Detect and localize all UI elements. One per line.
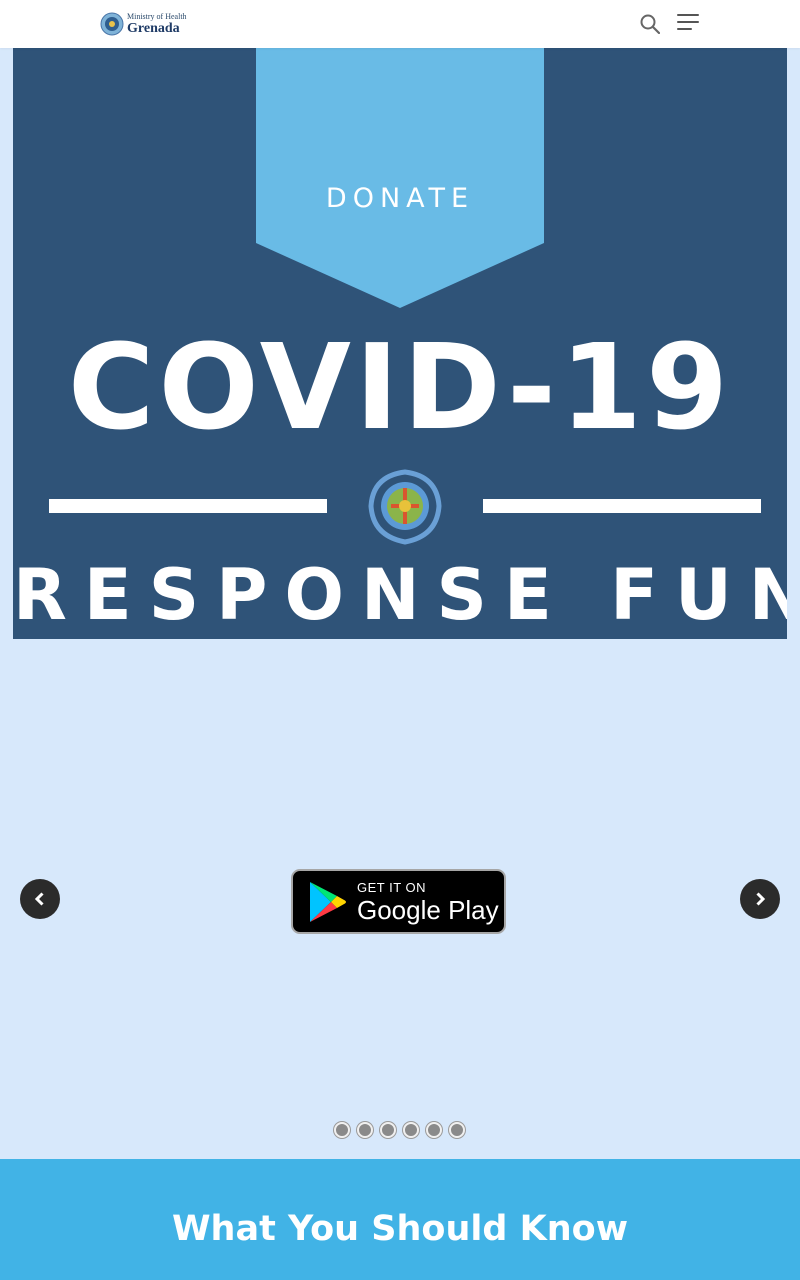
menu-bar <box>677 14 699 16</box>
google-play-icon <box>310 881 346 922</box>
logo-top-text: Ministry of Health <box>127 11 187 21</box>
slider-dot-1[interactable] <box>334 1122 350 1138</box>
site-logo[interactable]: Ministry of Health Grenada <box>100 11 187 37</box>
section-title: What You Should Know <box>171 1209 629 1249</box>
banner-subheadline: RESPONSE FUND <box>13 554 787 636</box>
menu-bar <box>677 28 692 30</box>
chevron-left-icon <box>34 892 44 906</box>
chevron-right-icon <box>756 892 766 906</box>
slider-pagination <box>334 1122 472 1138</box>
ministry-seal-icon <box>368 469 442 545</box>
donate-ribbon <box>256 48 544 308</box>
ministry-emblem-icon <box>100 12 124 36</box>
slider-dot-6[interactable] <box>449 1122 465 1138</box>
slider-dot-4[interactable] <box>403 1122 419 1138</box>
slider-dot-5[interactable] <box>426 1122 442 1138</box>
menu-bar <box>677 21 699 23</box>
slider-dot-3[interactable] <box>380 1122 396 1138</box>
info-section: What You Should Know <box>0 1159 800 1280</box>
banner-divider-left <box>49 499 327 513</box>
badge-bottom-text: Google Play <box>357 894 499 925</box>
donate-text: DONATE <box>325 183 475 214</box>
badge-top-text: GET IT ON <box>357 879 427 895</box>
covid-response-fund-banner[interactable]: DONATE COVID-19 RESPONSE FUND <box>13 48 787 639</box>
google-play-badge[interactable]: GET IT ON Google Play <box>291 869 506 934</box>
banner-headline: COVID-19 <box>67 318 733 456</box>
logo-bottom-text: Grenada <box>127 20 180 36</box>
search-icon <box>640 14 660 34</box>
slider-dot-2[interactable] <box>357 1122 373 1138</box>
slider-next-button[interactable] <box>740 879 780 919</box>
hamburger-menu-button[interactable] <box>677 14 701 34</box>
slider-prev-button[interactable] <box>20 879 60 919</box>
site-header: Ministry of Health Grenada <box>0 0 800 48</box>
banner-divider-right <box>483 499 761 513</box>
hero-slider: DONATE COVID-19 RESPONSE FUND GET IT ON … <box>0 48 800 1159</box>
search-button[interactable] <box>638 12 662 36</box>
